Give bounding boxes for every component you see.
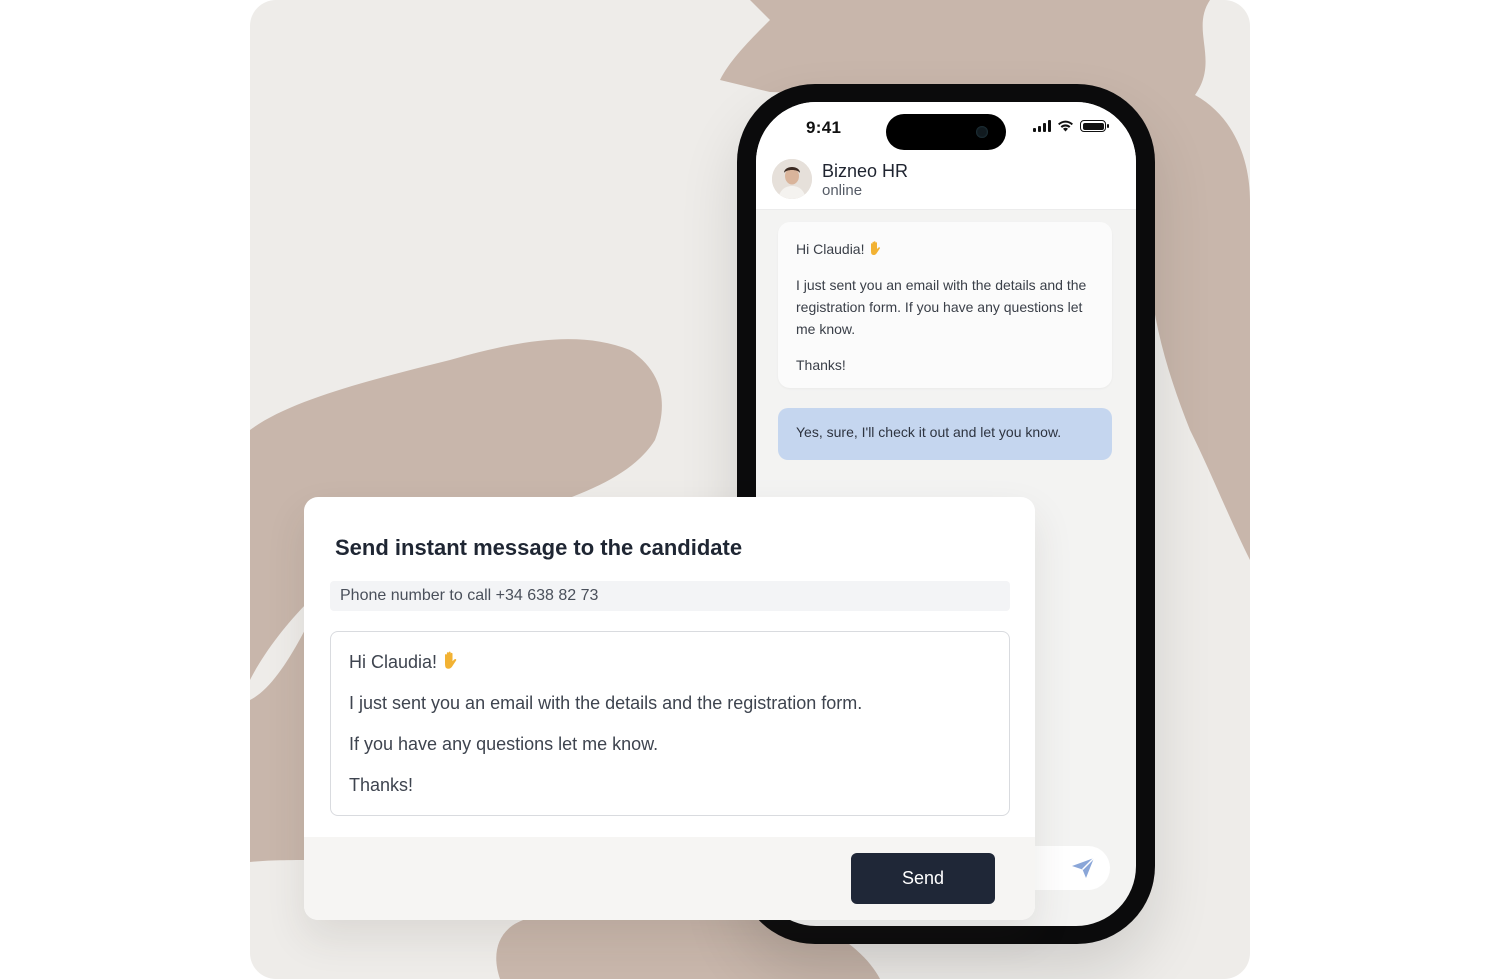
person-icon [772, 159, 812, 199]
chat-header: Bizneo HR online [756, 154, 1136, 210]
card-footer: Send [304, 837, 1035, 920]
waving-hand-icon [445, 651, 457, 669]
battery-icon [1080, 120, 1109, 132]
card-title: Send instant message to the candidate [335, 535, 743, 560]
contact-name: Bizneo HR [822, 161, 909, 181]
message-closing: Thanks! [349, 775, 414, 795]
send-message-card: Send instant message to the candidate Ph… [304, 497, 1035, 920]
incoming-body: I just sent you an email with the detail… [796, 277, 1087, 337]
contact-status: online [822, 182, 863, 199]
status-icons [1033, 120, 1109, 132]
avatar[interactable] [772, 159, 812, 199]
send-button[interactable]: Send [851, 853, 995, 904]
status-bar: 9:41 [756, 102, 1136, 154]
camera-icon [976, 126, 988, 138]
signal-icon [1033, 120, 1051, 132]
paper-plane-icon[interactable] [1070, 856, 1096, 880]
incoming-closing: Thanks! [796, 357, 846, 373]
dynamic-island [886, 114, 1006, 150]
outgoing-message: Yes, sure, I'll check it out and let you… [778, 408, 1112, 460]
incoming-greeting: Hi Claudia! [796, 238, 1094, 260]
message-textarea[interactable]: Hi Claudia! I just sent you an email wit… [330, 631, 1010, 816]
wifi-icon [1058, 120, 1073, 132]
message-greeting: Hi Claudia! [349, 650, 991, 674]
status-time: 9:41 [806, 118, 842, 137]
phone-number-field: Phone number to call +34 638 82 73 [330, 581, 1010, 611]
message-line-1: I just sent you an email with the detail… [349, 693, 863, 713]
incoming-message: Hi Claudia! I just sent you an email wit… [778, 222, 1112, 388]
waving-hand-icon [871, 241, 881, 256]
message-line-2: If you have any questions let me know. [349, 734, 659, 754]
